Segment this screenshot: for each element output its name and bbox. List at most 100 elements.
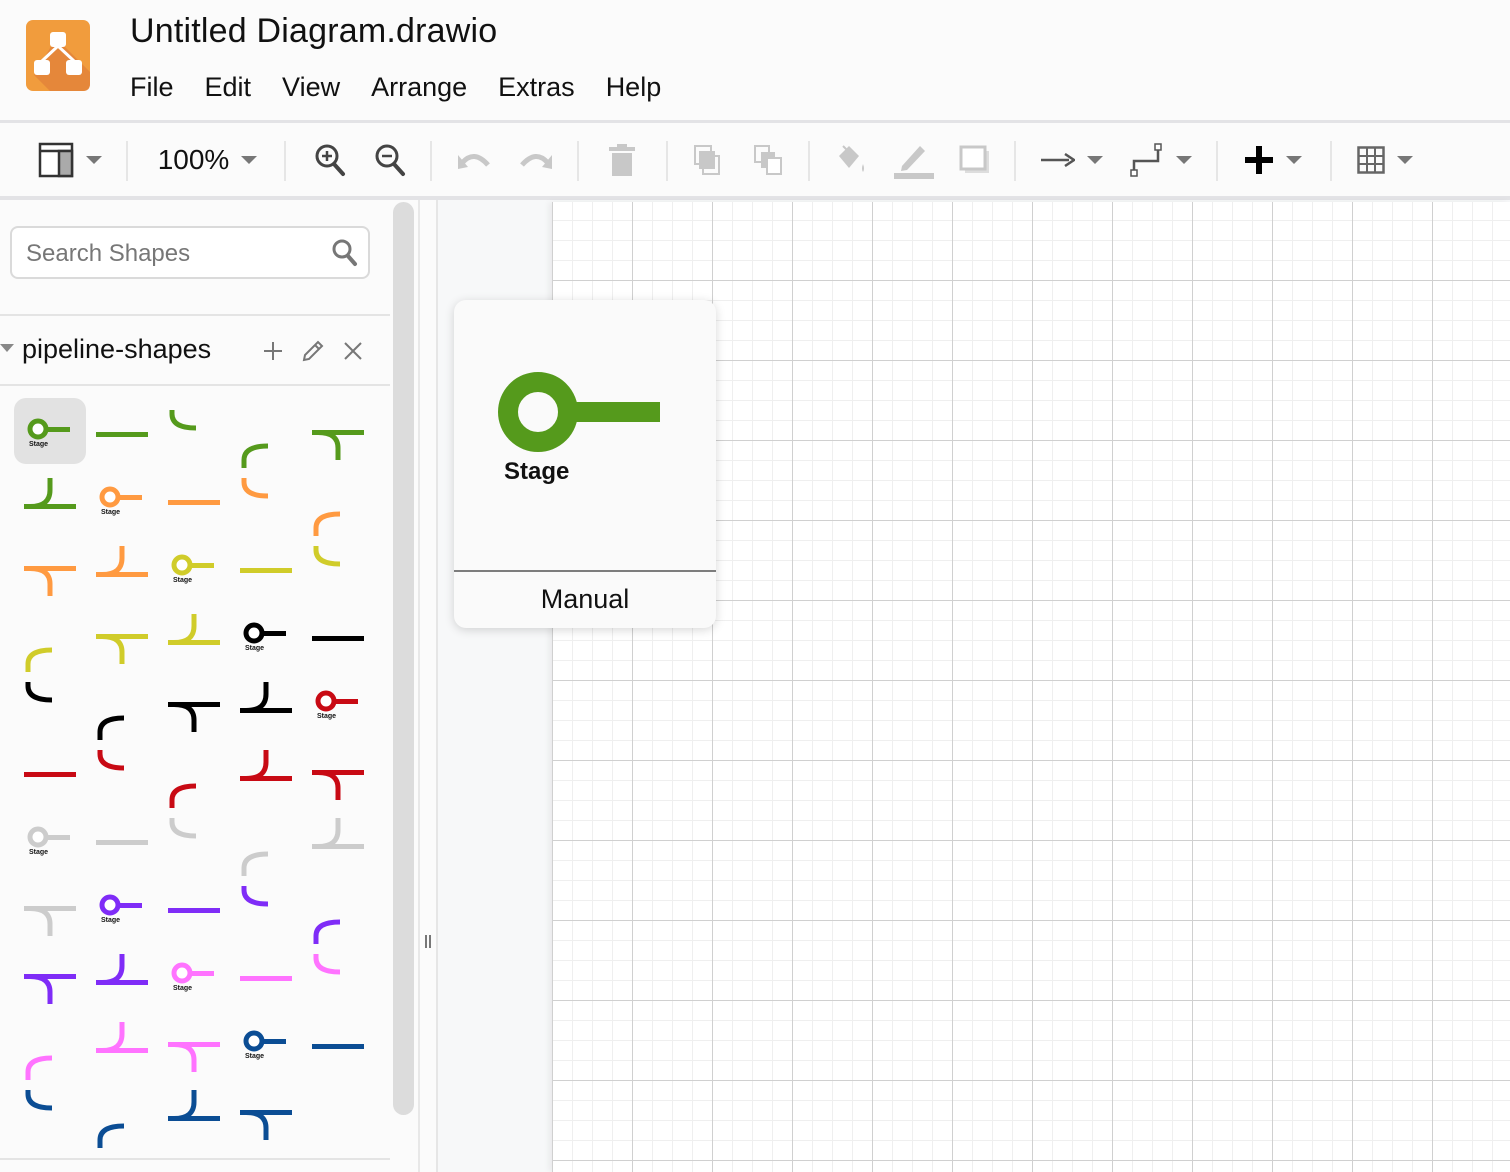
shape-black-branch[interactable] — [144, 670, 220, 738]
menu-file[interactable]: File — [130, 72, 205, 103]
toolbar: 100% — [0, 123, 1510, 197]
shape-library-grid: Stage Stage Stage Stage Stage Stage Stage Stage… — [0, 200, 390, 1172]
shape-yellow-merge[interactable] — [144, 602, 220, 670]
shape-pink-branch[interactable] — [144, 1010, 220, 1078]
shape-yellow-stage[interactable]: Stage — [144, 534, 216, 602]
zoom-in-icon — [314, 143, 346, 177]
shape-black-line[interactable] — [288, 602, 364, 670]
zoom-out-button[interactable] — [370, 123, 410, 197]
fill-color-button[interactable] — [832, 123, 872, 197]
shape-gray-arc-up[interactable] — [216, 806, 288, 876]
menu-help[interactable]: Help — [606, 72, 693, 103]
shape-green-arc-down[interactable] — [144, 398, 216, 466]
delete-button[interactable] — [602, 123, 642, 197]
bring-to-front-icon — [693, 144, 723, 176]
trash-icon — [609, 144, 635, 176]
shape-yellow-branch[interactable] — [72, 602, 148, 670]
shape-yellow-line[interactable] — [216, 534, 292, 602]
chevron-down-icon — [1087, 156, 1103, 164]
shape-purple-merge[interactable] — [72, 942, 148, 1010]
menu-extras[interactable]: Extras — [498, 72, 606, 103]
shape-black-merge[interactable] — [216, 670, 292, 738]
shape-gray-merge[interactable] — [288, 806, 364, 874]
shape-purple-arc-up[interactable] — [288, 874, 360, 944]
format-panel-toggle-button[interactable] — [34, 123, 106, 197]
shape-green-line[interactable] — [72, 398, 148, 466]
shape-gray-line[interactable] — [72, 806, 148, 874]
toolbar-divider — [126, 141, 128, 181]
shape-green-branch[interactable] — [288, 398, 364, 466]
to-back-button[interactable] — [748, 123, 788, 197]
shape-pink-arc-down[interactable] — [288, 942, 360, 1010]
shape-blue-stage[interactable]: Stage — [216, 1010, 288, 1078]
shape-green-arc-up[interactable] — [216, 398, 288, 468]
shape-blue-line[interactable] — [288, 1010, 364, 1078]
line-color-button[interactable] — [892, 123, 936, 197]
shape-purple-branch[interactable] — [0, 942, 76, 1010]
shape-orange-merge[interactable] — [72, 534, 148, 602]
preview-divider — [454, 570, 716, 572]
shape-orange-branch[interactable] — [0, 534, 76, 602]
shape-gray-branch[interactable] — [0, 874, 76, 942]
shape-purple-stage[interactable]: Stage — [72, 874, 144, 942]
waypoints-dropdown[interactable] — [1128, 123, 1194, 197]
shadow-icon — [959, 145, 991, 175]
table-dropdown[interactable] — [1352, 123, 1418, 197]
shape-blue-merge[interactable] — [144, 1078, 220, 1146]
shape-black-arc-up[interactable] — [72, 670, 144, 740]
shape-gray-stage[interactable]: Stage — [0, 806, 72, 874]
shape-pink-stage[interactable]: Stage — [144, 942, 216, 1010]
zoom-level-dropdown[interactable]: 100% — [150, 123, 265, 197]
undo-button[interactable] — [455, 123, 495, 197]
shape-black-arc-down[interactable] — [0, 670, 72, 738]
menu-edit[interactable]: Edit — [205, 72, 283, 103]
shape-red-line[interactable] — [0, 738, 76, 806]
shape-blue-branch[interactable] — [216, 1078, 292, 1146]
shadow-button[interactable] — [955, 123, 995, 197]
shape-yellow-arc-down[interactable] — [288, 534, 360, 602]
chevron-down-icon — [1286, 156, 1302, 164]
zoom-level-value: 100% — [157, 144, 230, 175]
connection-style-dropdown[interactable] — [1040, 123, 1104, 197]
toolbar-divider — [808, 141, 810, 181]
stage-label: Stage — [29, 441, 48, 448]
shape-pink-line[interactable] — [216, 942, 292, 1010]
shape-red-arc-down[interactable] — [72, 738, 144, 806]
shape-blue-arc-up[interactable] — [72, 1078, 144, 1148]
shape-red-stage[interactable]: Stage — [288, 670, 360, 738]
redo-button[interactable] — [515, 123, 555, 197]
document-title[interactable]: Untitled Diagram.drawio — [130, 12, 497, 51]
shape-orange-arc-up[interactable] — [288, 466, 360, 536]
shape-green-stage[interactable]: Stage — [0, 398, 86, 466]
shape-pink-merge[interactable] — [72, 1010, 148, 1078]
chevron-down-icon — [241, 156, 258, 164]
splitter-grip-icon[interactable] — [425, 935, 432, 948]
shape-black-stage[interactable]: Stage — [216, 602, 288, 670]
sidebar-splitter[interactable] — [420, 200, 436, 1172]
plus-icon — [1244, 145, 1274, 175]
menu-view[interactable]: View — [282, 72, 371, 103]
insert-dropdown[interactable] — [1240, 123, 1306, 197]
shape-pink-arc-up[interactable] — [0, 1010, 72, 1080]
shape-red-arc-up[interactable] — [144, 738, 216, 808]
chevron-down-icon — [86, 156, 102, 164]
paint-bucket-icon — [835, 144, 869, 176]
stage-label: Stage — [317, 713, 336, 720]
shape-gray-arc-down[interactable] — [144, 806, 216, 874]
shape-orange-arc-down[interactable] — [216, 466, 288, 534]
zoom-in-button[interactable] — [310, 123, 350, 197]
shape-yellow-arc-up[interactable] — [0, 602, 72, 672]
toolbar-divider — [666, 141, 668, 181]
shape-orange-line[interactable] — [144, 466, 220, 534]
shape-purple-arc-down[interactable] — [216, 874, 288, 942]
shape-red-branch[interactable] — [288, 738, 364, 806]
to-front-button[interactable] — [688, 123, 728, 197]
shape-green-merge[interactable] — [0, 466, 76, 534]
sidebar-scrollbar[interactable] — [393, 202, 414, 1115]
shape-blue-arc-down[interactable] — [0, 1078, 72, 1146]
shape-orange-stage[interactable]: Stage — [72, 466, 144, 534]
shape-purple-line[interactable] — [144, 874, 220, 942]
stage-label: Stage — [173, 985, 192, 992]
shape-red-merge[interactable] — [216, 738, 292, 806]
menu-arrange[interactable]: Arrange — [371, 72, 498, 103]
